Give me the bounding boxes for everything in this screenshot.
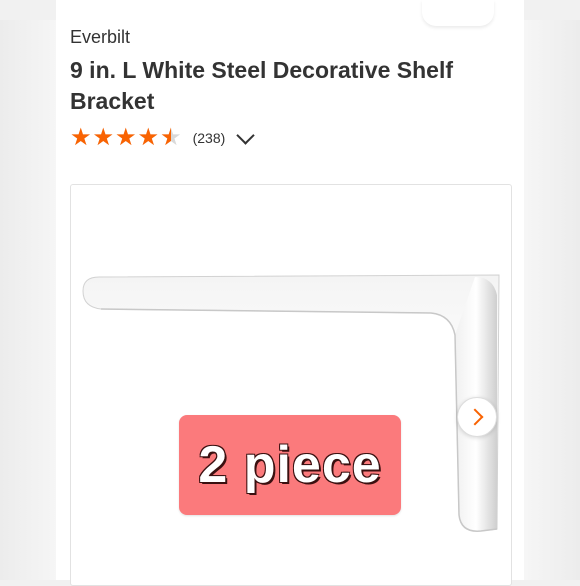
product-image-frame: 2 piece [70,184,512,586]
top-tab [422,0,494,26]
chevron-down-icon[interactable] [236,125,255,145]
shelf-bracket-image [82,274,500,532]
rating-row[interactable]: ★★★★★ ★★★★★ (238) [70,124,255,152]
background-right [524,20,580,580]
background-left [0,20,58,580]
quantity-badge: 2 piece [179,415,401,515]
quantity-badge-text: 2 piece [198,436,382,494]
brand-link[interactable]: Everbilt [70,27,130,48]
next-image-button[interactable] [457,397,497,437]
product-panel: Everbilt 9 in. L White Steel Decorative … [56,0,524,586]
product-title: 9 in. L White Steel Decorative Shelf Bra… [70,57,454,114]
star-rating: ★★★★★ ★★★★★ [70,124,183,152]
review-count[interactable]: (238) [193,130,226,146]
star-rating-filled: ★★★★★ [70,124,171,151]
chevron-right-icon [466,408,484,426]
